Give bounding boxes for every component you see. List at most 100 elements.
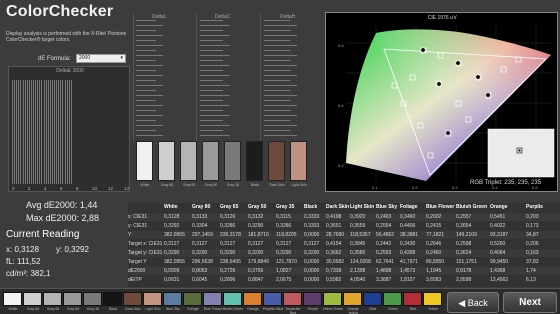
delta-line	[136, 40, 156, 41]
patch-label: Purplish Blue	[262, 307, 284, 311]
column-header: Black	[304, 204, 318, 210]
table-cell: 118,8205	[276, 232, 297, 238]
next-button[interactable]: Next	[503, 292, 557, 313]
patch-swatch[interactable]	[3, 292, 22, 306]
patch-swatch[interactable]	[163, 292, 182, 306]
svg-text:0.3: 0.3	[452, 185, 458, 190]
de-bar	[68, 80, 70, 184]
table-cell: 77,1821	[426, 232, 445, 238]
patch-label: Red	[409, 307, 417, 311]
de-bar	[33, 80, 34, 184]
table-cell: 0,4406	[400, 223, 416, 229]
patch-swatch[interactable]	[83, 292, 102, 306]
patch-swatch[interactable]	[263, 292, 282, 306]
table-cell: 0,4064	[490, 250, 506, 256]
patch-swatch[interactable]	[23, 292, 42, 306]
table-cell: 0,3333	[304, 214, 320, 220]
de-bar	[39, 80, 41, 184]
de-bar	[45, 80, 47, 184]
delta-line	[264, 110, 290, 111]
patch-swatch[interactable]	[223, 292, 242, 306]
description-text: Display analysis is performed with the X…	[6, 31, 127, 43]
table-row: dEITP 0,0631 0,6045 0,2896 0,8847 2,0675 0,000…	[128, 276, 560, 284]
table-cell: 0,3290	[248, 250, 264, 256]
patch-swatch[interactable]	[103, 292, 122, 306]
patch-swatch[interactable]	[63, 292, 82, 306]
patch-swatch[interactable]	[143, 292, 162, 306]
table-row: y: CIE31 0,3292 0,3304 0,3286 0,3290 0,3286 0,…	[128, 222, 560, 230]
column-header: Gray 65	[220, 204, 239, 210]
de-bar	[54, 80, 55, 184]
table-cell: 0,3654	[456, 223, 472, 229]
delta-line	[200, 105, 230, 106]
table-cell: 0,2557	[456, 214, 472, 220]
delta-line	[136, 55, 163, 56]
delta-line	[136, 20, 156, 21]
delta-line	[136, 90, 156, 91]
table-cell: 0,2554	[376, 223, 392, 229]
x-tick-label: 10	[92, 186, 98, 191]
table-cell: 0,2726	[220, 268, 236, 274]
swatch-strip: White Gray 80 Gray 65 Gray 50 Gray 35 Black Da…	[130, 141, 326, 196]
de-bar	[58, 80, 60, 184]
patch-swatch[interactable]	[123, 292, 142, 306]
data-table: White Gray 80 Gray 65 Gray 50 Gray 35 Black Da…	[128, 203, 560, 287]
de-bar	[66, 80, 68, 184]
patch-swatch[interactable]	[363, 292, 382, 306]
swatch	[268, 141, 285, 181]
delta-line	[200, 70, 223, 71]
table-cell: 0,2460	[426, 250, 442, 256]
patch-swatch[interactable]	[423, 292, 442, 306]
table-cell: 0,9178	[456, 268, 472, 274]
swatch	[158, 141, 175, 181]
table-cell: 0,3290	[220, 250, 236, 256]
patch-swatch[interactable]	[403, 292, 422, 306]
delta-line	[136, 25, 163, 26]
table-cell: 0,3651	[326, 223, 342, 229]
delta-line	[264, 40, 290, 41]
patch-swatch[interactable]	[283, 292, 302, 306]
x-tick-label: 0	[12, 186, 15, 191]
delta-line	[264, 125, 297, 126]
patch-swatch[interactable]	[243, 292, 262, 306]
table-cell: 0,3127	[276, 241, 292, 247]
current-reading-heading: Current Reading	[6, 229, 80, 240]
table-cell: 0,3286	[220, 223, 236, 229]
table-cell: 93,3187	[490, 232, 509, 238]
table-cell: 0,0000	[304, 277, 320, 283]
svg-text:0.6: 0.6	[338, 43, 344, 48]
delta-line	[136, 135, 163, 136]
table-cell: 0,8847	[248, 277, 264, 283]
back-button[interactable]: ◀ Back	[447, 292, 499, 313]
patch-swatch[interactable]	[303, 292, 322, 306]
table-cell: 37,83	[526, 259, 539, 265]
patch-swatch[interactable]	[43, 292, 62, 306]
delta-line	[200, 40, 223, 41]
table-cell: 0,4154	[326, 241, 342, 247]
de-bar	[24, 80, 26, 184]
table-cell: 0,2403	[376, 214, 392, 220]
delta-line	[264, 135, 297, 136]
patch-swatch[interactable]	[203, 292, 222, 306]
patch-swatch[interactable]	[183, 292, 202, 306]
table-row: dE2000 0,0909 0,8053 0,2726 0,3756 1,0827 0,00…	[128, 267, 560, 275]
patch-swatch[interactable]	[383, 292, 402, 306]
table-cell: 0,4198	[326, 214, 342, 220]
table-cell: 1,1945	[426, 268, 442, 274]
delta-line	[136, 115, 163, 116]
patch-swatch[interactable]	[343, 292, 362, 306]
table-cell: Y	[128, 232, 132, 238]
table-row: Target y: CIE31 0,3290 0,3290 0,3290 0,3290 0…	[128, 249, 560, 257]
formula-select[interactable]: 2000 ▾	[76, 54, 126, 63]
table-cell: 0,3133	[192, 214, 208, 220]
table-cell: 0,3128	[164, 214, 180, 220]
table-cell: 0,3290	[164, 250, 180, 256]
table-cell: 0,3624	[456, 250, 472, 256]
column-header: Dark Skin	[326, 204, 350, 210]
swatch-label: Gray 80	[160, 183, 174, 187]
patch-swatch[interactable]	[323, 292, 342, 306]
delta-line	[136, 95, 163, 96]
deltah-panel	[260, 14, 314, 142]
delta-line	[200, 45, 230, 46]
table-cell: 2,1398	[350, 268, 366, 274]
